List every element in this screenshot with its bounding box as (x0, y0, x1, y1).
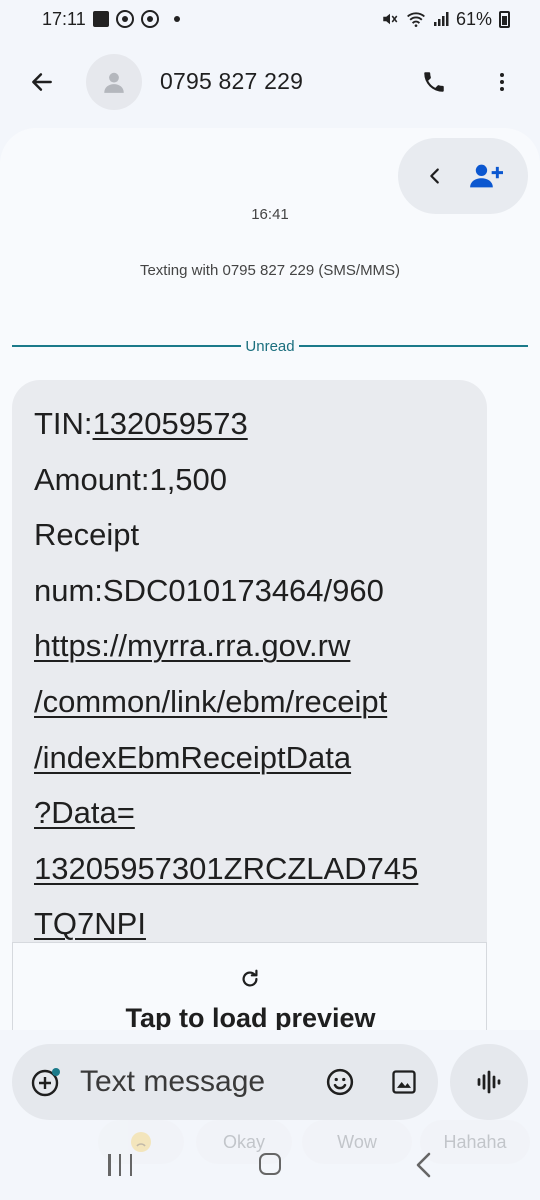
composer (12, 1044, 438, 1120)
receipt-link[interactable]: 13205957301ZRCZLAD745 (34, 841, 465, 897)
system-nav-bar (0, 1140, 540, 1200)
message-time: 16:41 (251, 206, 289, 223)
system-back-button[interactable] (412, 1152, 436, 1178)
chevron-left-icon (416, 1152, 431, 1178)
add-attachment-button[interactable] (30, 1066, 62, 1098)
status-left: 17:11 (42, 9, 180, 30)
more-notifications-dot-icon (173, 16, 180, 22)
status-time: 17:11 (42, 8, 86, 29)
add-circle-icon (31, 1068, 60, 1097)
avatar[interactable] (86, 54, 142, 110)
receipt-line: Receipt (34, 517, 140, 553)
contact-actions-pill (398, 138, 528, 214)
receipt-link[interactable]: /common/link/ebm/receipt (34, 674, 465, 730)
contact-name[interactable]: 0795 827 229 (160, 68, 303, 95)
more-vert-icon (500, 73, 504, 91)
voice-wave-icon (477, 1070, 501, 1094)
tin-label: TIN: (34, 406, 93, 441)
emoji-icon (326, 1068, 354, 1096)
app-header: 0795 827 229 (0, 42, 540, 122)
back-button[interactable] (22, 62, 62, 102)
wifi-icon (407, 12, 425, 27)
mute-icon (383, 13, 398, 25)
tin-number-link[interactable]: 132059573 (93, 406, 248, 441)
gallery-button[interactable] (386, 1064, 422, 1100)
receipt-number-line: num:SDC010173464/960 (34, 572, 384, 608)
voice-message-button[interactable] (450, 1044, 528, 1120)
signal-icon (433, 12, 449, 26)
receipt-link[interactable]: ?Data= (34, 785, 465, 841)
receipt-link[interactable]: /indexEbmReceiptData (34, 730, 465, 786)
phone-icon (424, 72, 444, 92)
person-icon (104, 72, 124, 93)
whatsapp-icon-2 (140, 10, 159, 28)
divider-line (12, 345, 242, 347)
message-bubble[interactable]: TIN:132059573 Amount:1,500 Receipt num:S… (12, 380, 487, 1030)
person-add-icon[interactable] (469, 161, 503, 191)
status-bar: 17:11 61% (0, 0, 540, 38)
composer-row (0, 1044, 540, 1120)
battery-percent: 61% (455, 8, 492, 29)
chevron-left-icon[interactable] (424, 165, 446, 187)
notification-icon (92, 11, 109, 27)
recents-button[interactable] (108, 1154, 132, 1176)
texting-with-label: Texting with 0795 827 229 (SMS/MMS) (139, 262, 401, 279)
battery-icon (499, 10, 510, 28)
conversation-panel[interactable]: 16:41 Texting with 0795 827 229 (SMS/MMS… (0, 128, 540, 1030)
home-button[interactable] (259, 1153, 281, 1175)
link-preview-card[interactable]: Tap to load preview (12, 942, 487, 1030)
emoji-button[interactable] (322, 1064, 358, 1100)
divider-line (298, 345, 529, 347)
amount-line: Amount:1,500 (34, 461, 228, 497)
more-options-button[interactable] (482, 62, 522, 102)
text-message-input[interactable] (80, 1058, 310, 1106)
refresh-icon (238, 967, 262, 991)
status-right: 61% (381, 9, 510, 30)
unread-divider: Unread (12, 336, 529, 356)
receipt-link[interactable]: https://myrra.rra.gov.rw (34, 618, 465, 674)
unread-label: Unread (245, 337, 295, 355)
back-arrow-icon (32, 73, 52, 91)
whatsapp-icon (115, 10, 134, 28)
tin-line: TIN:132059573 (34, 396, 465, 452)
call-button[interactable] (414, 62, 454, 102)
load-preview-label[interactable]: Tap to load preview (13, 1003, 488, 1030)
gallery-icon (392, 1070, 416, 1094)
